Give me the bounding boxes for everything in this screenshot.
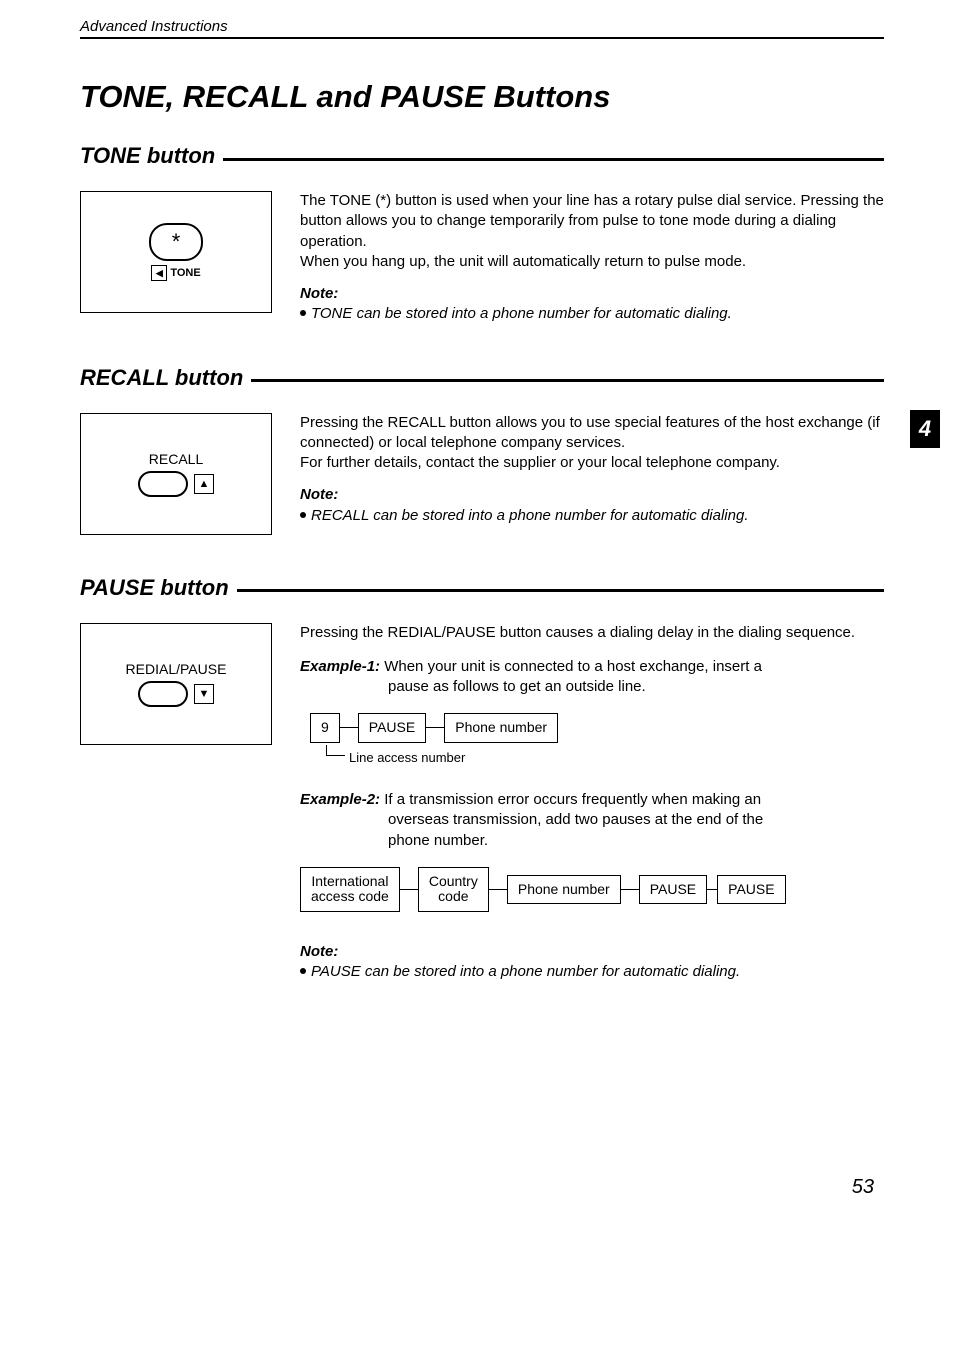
recall-illustration: RECALL ▲ xyxy=(80,413,272,535)
recall-note: RECALL can be stored into a phone number… xyxy=(300,506,884,526)
page-title: TONE, RECALL and PAUSE Buttons xyxy=(80,79,884,115)
section-heading-tone: TONE button xyxy=(80,143,884,169)
recall-paragraph-2: For further details, contact the supplie… xyxy=(300,453,884,473)
note-label: Note: xyxy=(300,284,884,304)
recall-icon-label: RECALL xyxy=(149,451,203,467)
tone-note: TONE can be stored into a phone number f… xyxy=(300,304,884,324)
down-arrow-icon: ▼ xyxy=(194,684,214,704)
section-heading-text: TONE button xyxy=(80,143,215,169)
example-1-label: Example-1: xyxy=(300,658,380,675)
tone-illustration: * ◀ TONE xyxy=(80,191,272,313)
section-heading-pause: PAUSE button xyxy=(80,575,884,601)
seq2-cell-country: Country code xyxy=(418,867,489,912)
seq2-cell-intl: International access code xyxy=(300,867,400,912)
seq1-sublabel: Line access number xyxy=(326,749,884,767)
seq2-cell-pause-1: PAUSE xyxy=(639,875,707,904)
pause-paragraph-1: Pressing the REDIAL/PAUSE button causes … xyxy=(300,623,884,643)
tone-paragraph-2: When you hang up, the unit will automati… xyxy=(300,252,884,272)
section-heading-text: RECALL button xyxy=(80,365,243,391)
connector-icon xyxy=(340,727,358,728)
sequence-1: 9 PAUSE Phone number xyxy=(310,713,884,742)
star-button-icon: * xyxy=(149,223,203,261)
section-heading-text: PAUSE button xyxy=(80,575,229,601)
seq2-cell-phone: Phone number xyxy=(507,875,621,904)
heading-rule xyxy=(251,379,884,382)
note-label: Note: xyxy=(300,485,884,505)
chapter-tab: 4 xyxy=(910,410,940,448)
connector-icon xyxy=(489,889,507,890)
connector-icon xyxy=(621,889,639,890)
tone-paragraph-1: The TONE (*) button is used when your li… xyxy=(300,191,884,252)
bullet-icon xyxy=(300,310,306,316)
tone-icon-label: TONE xyxy=(170,267,200,279)
pause-illustration: REDIAL/PAUSE ▼ xyxy=(80,623,272,745)
pause-note: PAUSE can be stored into a phone number … xyxy=(300,962,884,982)
up-arrow-icon: ▲ xyxy=(194,474,214,494)
header-label: Advanced Instructions xyxy=(80,18,884,39)
example-2-label: Example-2: xyxy=(300,791,380,808)
connector-icon xyxy=(400,889,418,890)
oval-button-icon xyxy=(138,681,188,707)
pause-icon-label: REDIAL/PAUSE xyxy=(126,661,227,677)
sequence-2: International access code Country code P… xyxy=(300,867,884,912)
section-heading-recall: RECALL button xyxy=(80,365,884,391)
heading-rule xyxy=(237,589,884,592)
bullet-icon xyxy=(300,968,306,974)
example-1-text-b: pause as follows to get an outside line. xyxy=(388,677,884,697)
seq1-cell-9: 9 xyxy=(310,713,340,742)
hook-icon xyxy=(326,745,345,756)
left-arrow-icon: ◀ xyxy=(151,265,167,281)
page-number: 53 xyxy=(852,1176,874,1199)
connector-icon xyxy=(426,727,444,728)
seq2-cell-pause-2: PAUSE xyxy=(717,875,785,904)
heading-rule xyxy=(223,158,884,161)
connector-icon xyxy=(707,889,717,890)
recall-paragraph-1: Pressing the RECALL button allows you to… xyxy=(300,413,884,454)
seq1-cell-phone: Phone number xyxy=(444,713,558,742)
bullet-icon xyxy=(300,512,306,518)
example-2-text-a: If a transmission error occurs frequentl… xyxy=(384,791,761,808)
note-label: Note: xyxy=(300,942,884,962)
seq1-cell-pause: PAUSE xyxy=(358,713,426,742)
example-2-text-b: overseas transmission, add two pauses at… xyxy=(388,810,884,830)
example-2-text-c: phone number. xyxy=(388,831,884,851)
example-1-text-a: When your unit is connected to a host ex… xyxy=(384,658,762,675)
oval-button-icon xyxy=(138,471,188,497)
